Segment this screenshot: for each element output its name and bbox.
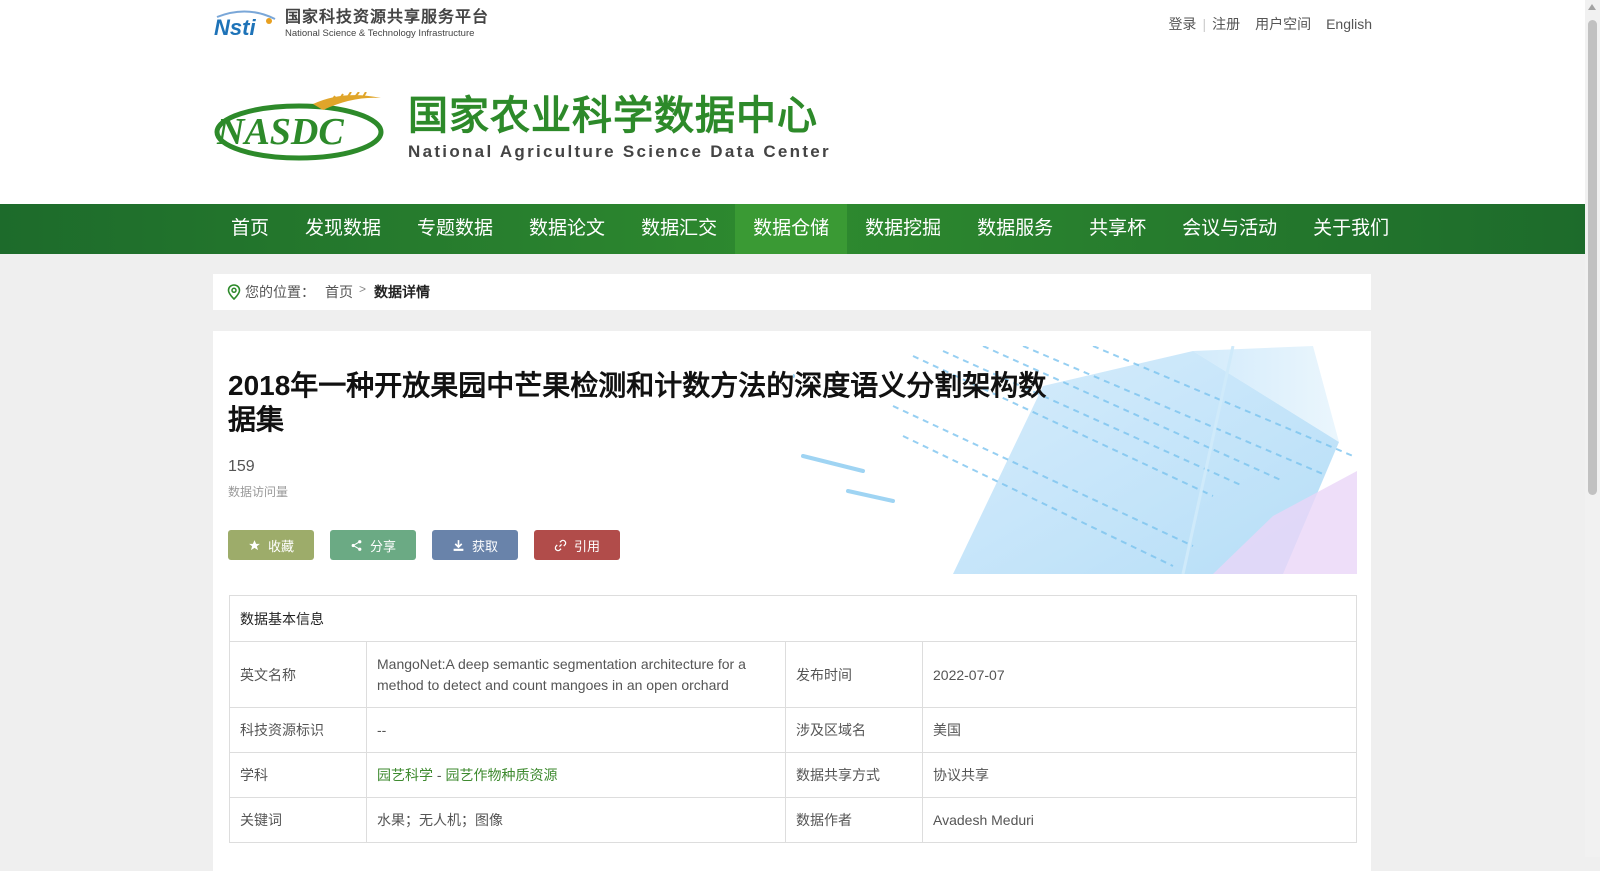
- author-label: 数据作者: [785, 797, 923, 843]
- share-button[interactable]: 分享: [330, 530, 416, 560]
- scroll-up-arrow-icon[interactable]: [1588, 4, 1596, 10]
- site-name-cn: 国家农业科学数据中心: [408, 94, 818, 138]
- get-data-button[interactable]: 获取: [432, 530, 518, 560]
- author-value: Avadesh Meduri: [922, 797, 1357, 843]
- breadcrumb-current: 数据详情: [374, 284, 431, 300]
- nasdc-logo-mark: NASDC: [214, 92, 384, 161]
- platform-name-cn: 国家科技资源共享服务平台: [285, 8, 490, 26]
- nav-item-discover[interactable]: 发现数据: [287, 204, 399, 254]
- breadcrumb: 您的位置： 首页 > 数据详情: [213, 274, 1371, 310]
- keywords-value: 水果；无人机；图像: [366, 797, 786, 843]
- svg-text:NASDC: NASDC: [216, 111, 344, 153]
- info-table-header: 数据基本信息: [229, 595, 1357, 642]
- nav-item-warehouse[interactable]: 数据仓储: [735, 204, 848, 254]
- breadcrumb-separator-icon: >: [359, 282, 367, 296]
- main-nav: 首页 发现数据 专题数据 数据论文 数据汇交 数据仓储 数据挖掘 数据服务 共享…: [0, 204, 1585, 254]
- site-name-en: National Agriculture Science Data Center: [408, 142, 831, 161]
- share-mode-label: 数据共享方式: [785, 752, 923, 798]
- nav-item-cup[interactable]: 共享杯: [1071, 204, 1164, 254]
- nasdc-logo[interactable]: NASDC 国家农业科学数据中心 National Agriculture Sc…: [213, 92, 833, 164]
- nav-item-services[interactable]: 数据服务: [959, 204, 1071, 254]
- view-count: 159: [228, 458, 255, 475]
- login-link[interactable]: 登录: [1168, 14, 1196, 34]
- nav-item-topics[interactable]: 专题数据: [399, 204, 511, 254]
- subject-separator: -: [433, 766, 446, 783]
- vertical-scrollbar[interactable]: [1585, 0, 1600, 857]
- nav-item-about[interactable]: 关于我们: [1295, 204, 1407, 254]
- nav-item-submission[interactable]: 数据汇交: [623, 204, 735, 254]
- action-buttons: 收藏 分享 获取 引用: [228, 530, 636, 560]
- top-links: 登录 | 注册 用户空间 English: [1168, 14, 1372, 34]
- user-space-link[interactable]: 用户空间: [1255, 14, 1311, 34]
- breadcrumb-home[interactable]: 首页: [325, 282, 353, 302]
- region-label: 涉及区域名: [785, 707, 923, 753]
- nsti-logo[interactable]: Nsti 国家科技资源共享服务平台 National Science & Tec…: [213, 8, 503, 40]
- keywords-label: 关键词: [229, 797, 367, 843]
- divider: |: [1202, 16, 1207, 32]
- subject-link-horticulture[interactable]: 园艺科学: [377, 767, 433, 783]
- favorite-label: 收藏: [267, 538, 294, 554]
- favorite-button[interactable]: 收藏: [228, 530, 314, 560]
- subject-link-germplasm[interactable]: 园艺作物种质资源: [445, 767, 557, 783]
- nav-item-home[interactable]: 首页: [213, 204, 287, 254]
- nav-item-events[interactable]: 会议与活动: [1164, 204, 1295, 254]
- nav-item-mining[interactable]: 数据挖掘: [847, 204, 959, 254]
- dataset-card: 2018年一种开放果园中芒果检测和计数方法的深度语义分割架构数据集 159 数据…: [213, 331, 1371, 871]
- share-icon: [351, 539, 362, 551]
- cite-button[interactable]: 引用: [534, 530, 620, 560]
- nsti-logo-mark: Nsti: [214, 10, 276, 39]
- resource-id-value: --: [366, 707, 786, 753]
- publish-date-label: 发布时间: [785, 641, 923, 708]
- publish-date-value: 2022-07-07: [922, 641, 1357, 708]
- share-mode-value: 协议共享: [922, 752, 1357, 798]
- subject-value: 园艺科学 - 园艺作物种质资源: [366, 752, 786, 798]
- share-label: 分享: [369, 538, 396, 554]
- get-data-label: 获取: [471, 538, 498, 554]
- location-pin-icon: [227, 284, 241, 300]
- dataset-title: 2018年一种开放果园中芒果检测和计数方法的深度语义分割架构数据集: [228, 370, 1047, 435]
- cite-label: 引用: [573, 538, 600, 554]
- platform-name-en: National Science & Technology Infrastruc…: [285, 27, 475, 39]
- en-name-value: MangoNet:A deep semantic segmentation ar…: [366, 641, 786, 708]
- scrollbar-thumb[interactable]: [1588, 20, 1597, 495]
- resource-id-label: 科技资源标识: [229, 707, 367, 753]
- english-link[interactable]: English: [1326, 16, 1372, 32]
- nav-item-papers[interactable]: 数据论文: [511, 204, 623, 254]
- subject-label: 学科: [229, 752, 367, 798]
- download-icon: [453, 539, 464, 551]
- basic-info-table: 数据基本信息 英文名称 MangoNet:A deep semantic seg…: [229, 595, 1357, 843]
- link-icon: [554, 539, 567, 551]
- star-icon: [249, 539, 260, 550]
- view-count-label: 数据访问量: [228, 485, 289, 499]
- svg-text:Nsti: Nsti: [214, 15, 256, 39]
- en-name-label: 英文名称: [229, 641, 367, 708]
- breadcrumb-label: 您的位置：: [245, 284, 315, 300]
- register-link[interactable]: 注册: [1212, 14, 1240, 34]
- region-value: 美国: [922, 707, 1357, 753]
